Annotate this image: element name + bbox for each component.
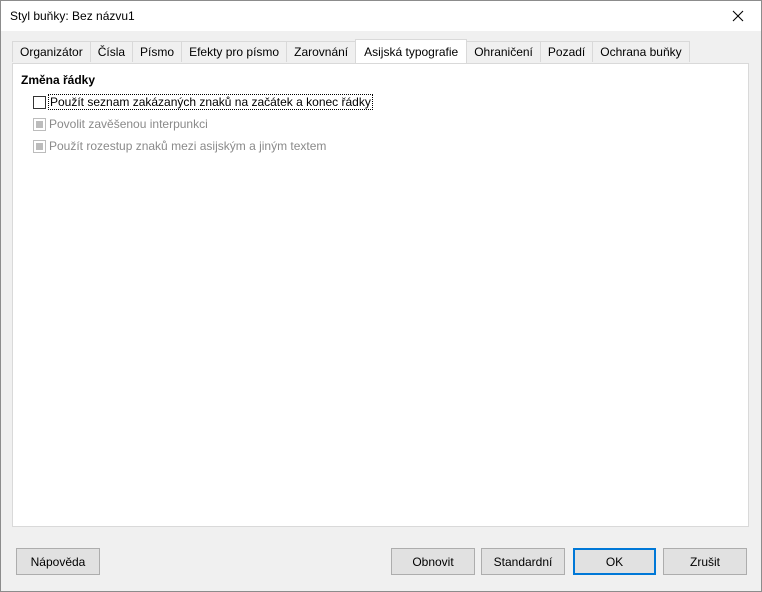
tab-background[interactable]: Pozadí: [539, 41, 594, 62]
window-title: Styl buňky: Bez názvu1: [10, 9, 135, 23]
ok-button[interactable]: OK: [573, 548, 656, 575]
tab-organizer[interactable]: Organizátor: [12, 41, 91, 62]
title-bar: Styl buňky: Bez názvu1: [1, 1, 761, 31]
tab-asian-typography[interactable]: Asijská typografie: [355, 39, 468, 63]
hanging-punctuation-checkbox-row: Povolit zavěšenou interpunkci: [33, 117, 208, 131]
tab-font[interactable]: Písmo: [132, 41, 183, 62]
char-spacing-label: Použít rozestup znaků mezi asijským a ji…: [49, 139, 327, 153]
tab-label: Asijská typografie: [364, 44, 459, 59]
tab-label: Čísla: [97, 45, 126, 59]
tab-label: Pozadí: [547, 45, 586, 59]
tab-label: Organizátor: [20, 45, 83, 59]
forbidden-chars-checkbox-row[interactable]: Použít seznam zakázaných znaků na začáte…: [33, 94, 373, 110]
standard-button[interactable]: Standardní: [481, 548, 565, 575]
hanging-punctuation-checkbox: [33, 117, 46, 131]
tab-alignment[interactable]: Zarovnání: [286, 41, 357, 62]
close-button[interactable]: [715, 1, 761, 31]
help-button[interactable]: Nápověda: [16, 548, 100, 575]
hanging-punctuation-label: Povolit zavěšenou interpunkci: [49, 117, 208, 131]
tab-font-effects[interactable]: Efekty pro písmo: [181, 41, 288, 62]
tab-label: Ochrana buňky: [600, 45, 682, 59]
tab-label: Efekty pro písmo: [189, 45, 280, 59]
tab-borders[interactable]: Ohraničení: [466, 41, 541, 62]
cancel-button[interactable]: Zrušit: [663, 548, 747, 575]
close-icon: [732, 10, 744, 22]
forbidden-chars-checkbox[interactable]: [33, 95, 46, 109]
reset-button[interactable]: Obnovit: [391, 548, 475, 575]
section-title: Změna řádky: [21, 73, 96, 87]
tab-panel: Změna řádky Použít seznam zakázaných zna…: [12, 63, 749, 527]
forbidden-chars-label: Použít seznam zakázaných znaků na začáte…: [48, 94, 373, 110]
tab-label: Písmo: [140, 45, 175, 59]
tab-strip: Organizátor Čísla Písmo Efekty pro písmo…: [12, 39, 690, 63]
tab-label: Ohraničení: [474, 45, 533, 59]
tab-cell-protection[interactable]: Ochrana buňky: [592, 41, 690, 62]
tab-numbers[interactable]: Čísla: [89, 41, 134, 62]
char-spacing-checkbox-row: Použít rozestup znaků mezi asijským a ji…: [33, 139, 326, 153]
char-spacing-checkbox: [33, 139, 46, 153]
dialog-window: Styl buňky: Bez názvu1 Organizátor Čísla…: [0, 0, 762, 592]
tab-label: Zarovnání: [294, 45, 349, 59]
